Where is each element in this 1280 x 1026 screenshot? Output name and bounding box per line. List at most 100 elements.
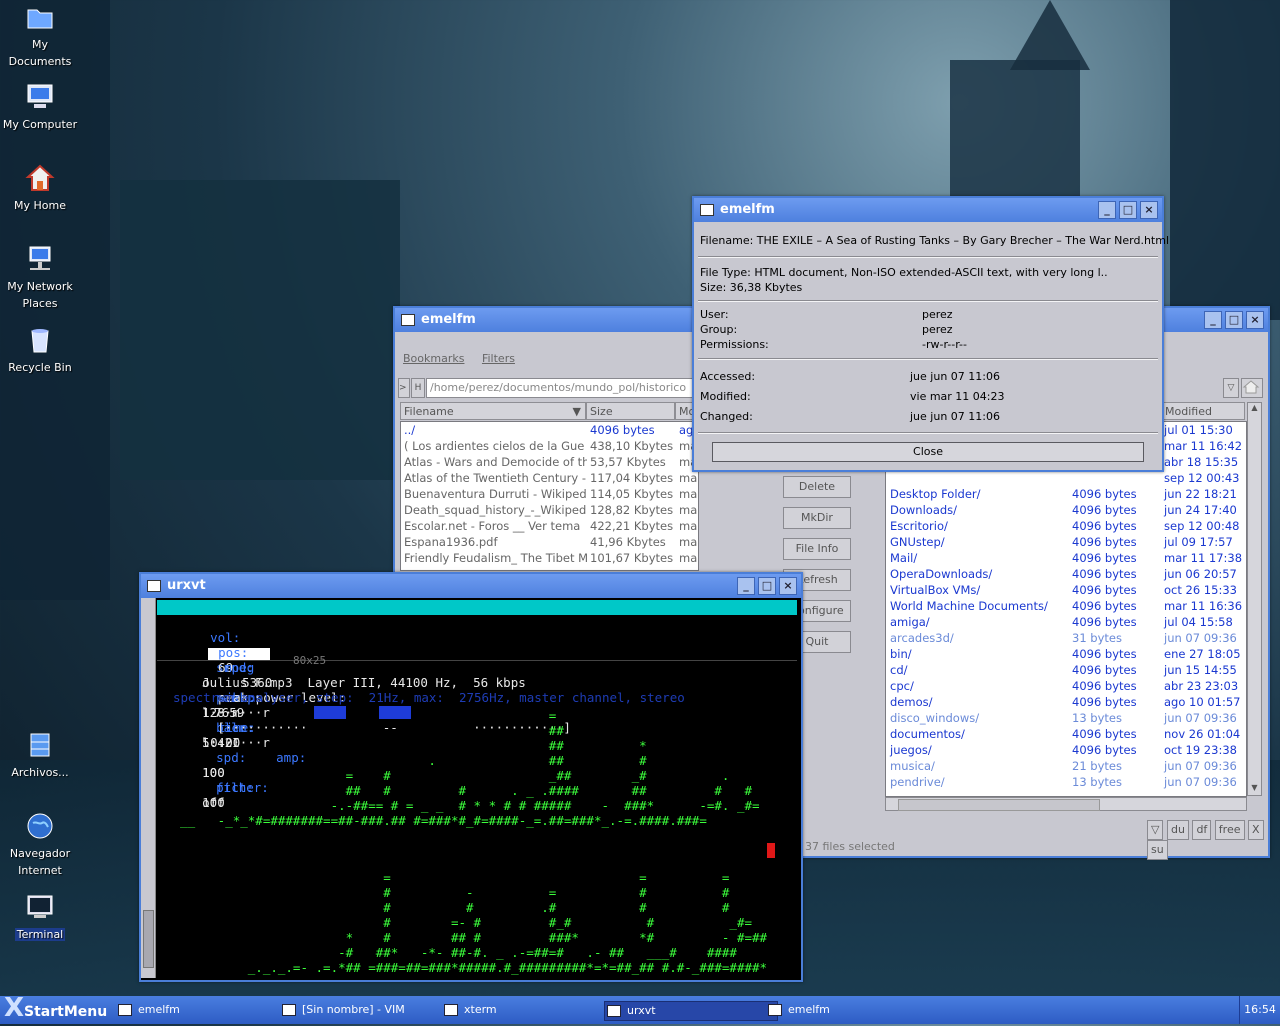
- scroll-thumb[interactable]: [143, 910, 154, 968]
- desktop-icon-recycle-bin[interactable]: Recycle Bin: [0, 325, 80, 376]
- fm-button-delete[interactable]: Delete: [783, 476, 851, 498]
- spectrum-row: [165, 840, 760, 855]
- desktop-icon-terminal[interactable]: Terminal: [0, 892, 80, 943]
- list-item[interactable]: documentos/4096 bytes nov 26 01:04: [886, 726, 1246, 742]
- divider: [698, 358, 1158, 360]
- file-modified: ag: [679, 423, 694, 437]
- info-title-bar[interactable]: emelfm _ □ ×: [694, 198, 1162, 222]
- list-item[interactable]: Espana1936.pdf 41,96 Kbytes mar 11 16:23: [401, 534, 698, 550]
- list-item[interactable]: Atlas of the Twentieth Century - 117,04 K…: [401, 470, 698, 486]
- file-modified: oct 26 15:33: [1164, 583, 1237, 597]
- file-modified: jun 07 09:36: [1164, 631, 1237, 645]
- x-button[interactable]: X: [1248, 820, 1264, 840]
- computer-icon: [27, 84, 53, 108]
- spectrum-row: # - = # #: [165, 885, 760, 900]
- spectrum-info: spectrum analyser, step: 21Hz, max: 2756…: [173, 690, 685, 705]
- left-file-list[interactable]: ../4096 bytes ag( Los ardientes cielos de…: [400, 421, 699, 571]
- list-item[interactable]: VirtualBox VMs/4096 bytes oct 26 15:33: [886, 582, 1246, 598]
- minimize-button[interactable]: _: [737, 577, 755, 595]
- list-item[interactable]: sep 12 00:43: [886, 470, 1246, 486]
- left-path-input[interactable]: /home/perez/documentos/mundo_pol/histori…: [426, 378, 701, 398]
- list-item[interactable]: Downloads/4096 bytes jun 24 17:40: [886, 502, 1246, 518]
- close-button[interactable]: ×: [1140, 201, 1158, 219]
- list-item[interactable]: musica/21 bytes jun 07 09:36: [886, 758, 1246, 774]
- maximize-button[interactable]: □: [1225, 311, 1243, 329]
- list-item[interactable]: ( Los ardientes cielos de la Gue 438,10 K…: [401, 438, 698, 454]
- fm-button-mkdir[interactable]: MkDir: [783, 507, 851, 529]
- scroll-thumb[interactable]: [898, 799, 1100, 811]
- left-header-size[interactable]: Size: [586, 402, 675, 420]
- filter-icon-button[interactable]: ▽: [1147, 820, 1164, 840]
- window-icon: [282, 1004, 296, 1016]
- list-item[interactable]: World Machine Documents/4096 bytes mar 11…: [886, 598, 1246, 614]
- menu-bookmarks[interactable]: Bookmarks: [403, 352, 464, 365]
- minimize-button[interactable]: _: [1204, 311, 1222, 329]
- free-button[interactable]: free: [1214, 820, 1245, 840]
- start-menu-button[interactable]: X StartMenu: [0, 994, 107, 1024]
- list-item[interactable]: arcades3d/31 bytes jun 07 09:36: [886, 630, 1246, 646]
- scroll-down-arrow-icon[interactable]: ▼: [1248, 783, 1261, 795]
- right-header-modified[interactable]: Modified: [1161, 402, 1245, 420]
- right-vertical-scrollbar[interactable]: ▲ ▼: [1247, 402, 1262, 796]
- file-modified: jun 15 14:55: [1164, 663, 1237, 677]
- window-title: urxvt: [167, 578, 206, 593]
- list-item[interactable]: Mail/4096 bytes mar 11 17:38: [886, 550, 1246, 566]
- file-modified: mar 11 16:23: [679, 503, 698, 517]
- terminal-screen[interactable]: opencp v0.1.21 (c) 1994-2011 Stian Skjel…: [157, 598, 797, 978]
- taskbar-item-emelfm-2[interactable]: emelfm: [766, 1001, 938, 1019]
- close-button[interactable]: ×: [1246, 311, 1264, 329]
- right-horizontal-scrollbar[interactable]: [885, 797, 1247, 811]
- list-item[interactable]: cd/4096 bytes jun 15 14:55: [886, 662, 1246, 678]
- list-item[interactable]: Death_squad_history_-_Wikiped 128,82 Kbyt…: [401, 502, 698, 518]
- desktop-icon-my-computer[interactable]: My Computer: [0, 82, 80, 133]
- right-dropdown-button[interactable]: ▽: [1223, 378, 1239, 398]
- list-item[interactable]: bin/4096 bytes ene 27 18:05: [886, 646, 1246, 662]
- close-button[interactable]: ×: [779, 577, 797, 595]
- menu-filters[interactable]: Filters: [482, 352, 515, 365]
- file-name: demos/: [890, 695, 933, 709]
- list-item[interactable]: Friendly Feudalism_ The Tibet M 101,67 Kb…: [401, 550, 698, 566]
- close-dialog-button[interactable]: Close: [712, 442, 1144, 462]
- taskbar-item-urxvt[interactable]: urxvt: [604, 1001, 778, 1021]
- file-name: Desktop Folder/: [890, 487, 981, 501]
- list-item[interactable]: Atlas - Wars and Democide of th53,57 Kby…: [401, 454, 698, 470]
- list-item[interactable]: GNUstep/4096 bytes jul 09 17:57: [886, 534, 1246, 550]
- desktop-icon-archivos[interactable]: Archivos...: [0, 730, 80, 781]
- fm-button-file-info[interactable]: File Info: [783, 538, 851, 560]
- list-item[interactable]: ../ 4096 bytes ag: [401, 422, 698, 438]
- left-header-filename[interactable]: Filename ▼: [400, 402, 586, 420]
- list-item[interactable]: juegos/4096 bytes oct 19 23:38: [886, 742, 1246, 758]
- right-home-button[interactable]: [1241, 378, 1263, 398]
- file-name: arcades3d/: [890, 631, 954, 645]
- maximize-button[interactable]: □: [758, 577, 776, 595]
- list-item[interactable]: disco_windows/13 bytes jun 07 09:36: [886, 710, 1246, 726]
- desktop-icon-my-home[interactable]: My Home: [0, 163, 80, 214]
- list-item[interactable]: amiga/4096 bytes jul 04 15:58: [886, 614, 1246, 630]
- desktop-icon-my-documents[interactable]: My Documents: [0, 2, 80, 70]
- minimize-button[interactable]: _: [1098, 201, 1116, 219]
- list-item[interactable]: OperaDownloads/4096 bytes jun 06 20:57: [886, 566, 1246, 582]
- du-button[interactable]: du: [1166, 820, 1189, 840]
- desktop-icon-navegador-internet[interactable]: Navegador Internet: [0, 811, 80, 879]
- terminal-scrollbar[interactable]: [141, 598, 156, 978]
- scroll-up-arrow-icon[interactable]: ▲: [1248, 403, 1261, 415]
- list-item[interactable]: cpc/4096 bytes abr 23 23:03: [886, 678, 1246, 694]
- urxvt-title-bar[interactable]: urxvt _ □ ×: [141, 574, 801, 598]
- su-button[interactable]: su: [1147, 840, 1168, 860]
- right-file-list[interactable]: jul 01 15:30 mar 11 16:42 abr 18 15:35 sep …: [885, 421, 1247, 797]
- taskbar-item-emelfm[interactable]: emelfm: [116, 1001, 288, 1019]
- list-item[interactable]: Escolar.net - Foros __ Ver tema 422,21 Kb…: [401, 518, 698, 534]
- desktop-icon-my-network-places[interactable]: My Network Places: [0, 244, 80, 312]
- list-item[interactable]: Escritorio/4096 bytes sep 12 00:48: [886, 518, 1246, 534]
- spectrum-row: ##: [165, 723, 760, 738]
- list-item[interactable]: Desktop Folder/4096 bytes jun 22 18:21: [886, 486, 1246, 502]
- list-item[interactable]: demos/4096 bytes ago 10 01:57: [886, 694, 1246, 710]
- list-item[interactable]: pendrive/13 bytes jun 07 09:36: [886, 774, 1246, 790]
- left-home-button[interactable]: H: [411, 378, 425, 398]
- taskbar-item-vim[interactable]: [Sin nombre] - VIM: [280, 1001, 452, 1019]
- taskbar-item-xterm[interactable]: xterm: [442, 1001, 614, 1019]
- maximize-button[interactable]: □: [1119, 201, 1137, 219]
- df-button[interactable]: df: [1192, 820, 1212, 840]
- left-nav-button[interactable]: >: [398, 378, 410, 398]
- list-item[interactable]: Buenaventura Durruti - Wikipedi114,05 Kb…: [401, 486, 698, 502]
